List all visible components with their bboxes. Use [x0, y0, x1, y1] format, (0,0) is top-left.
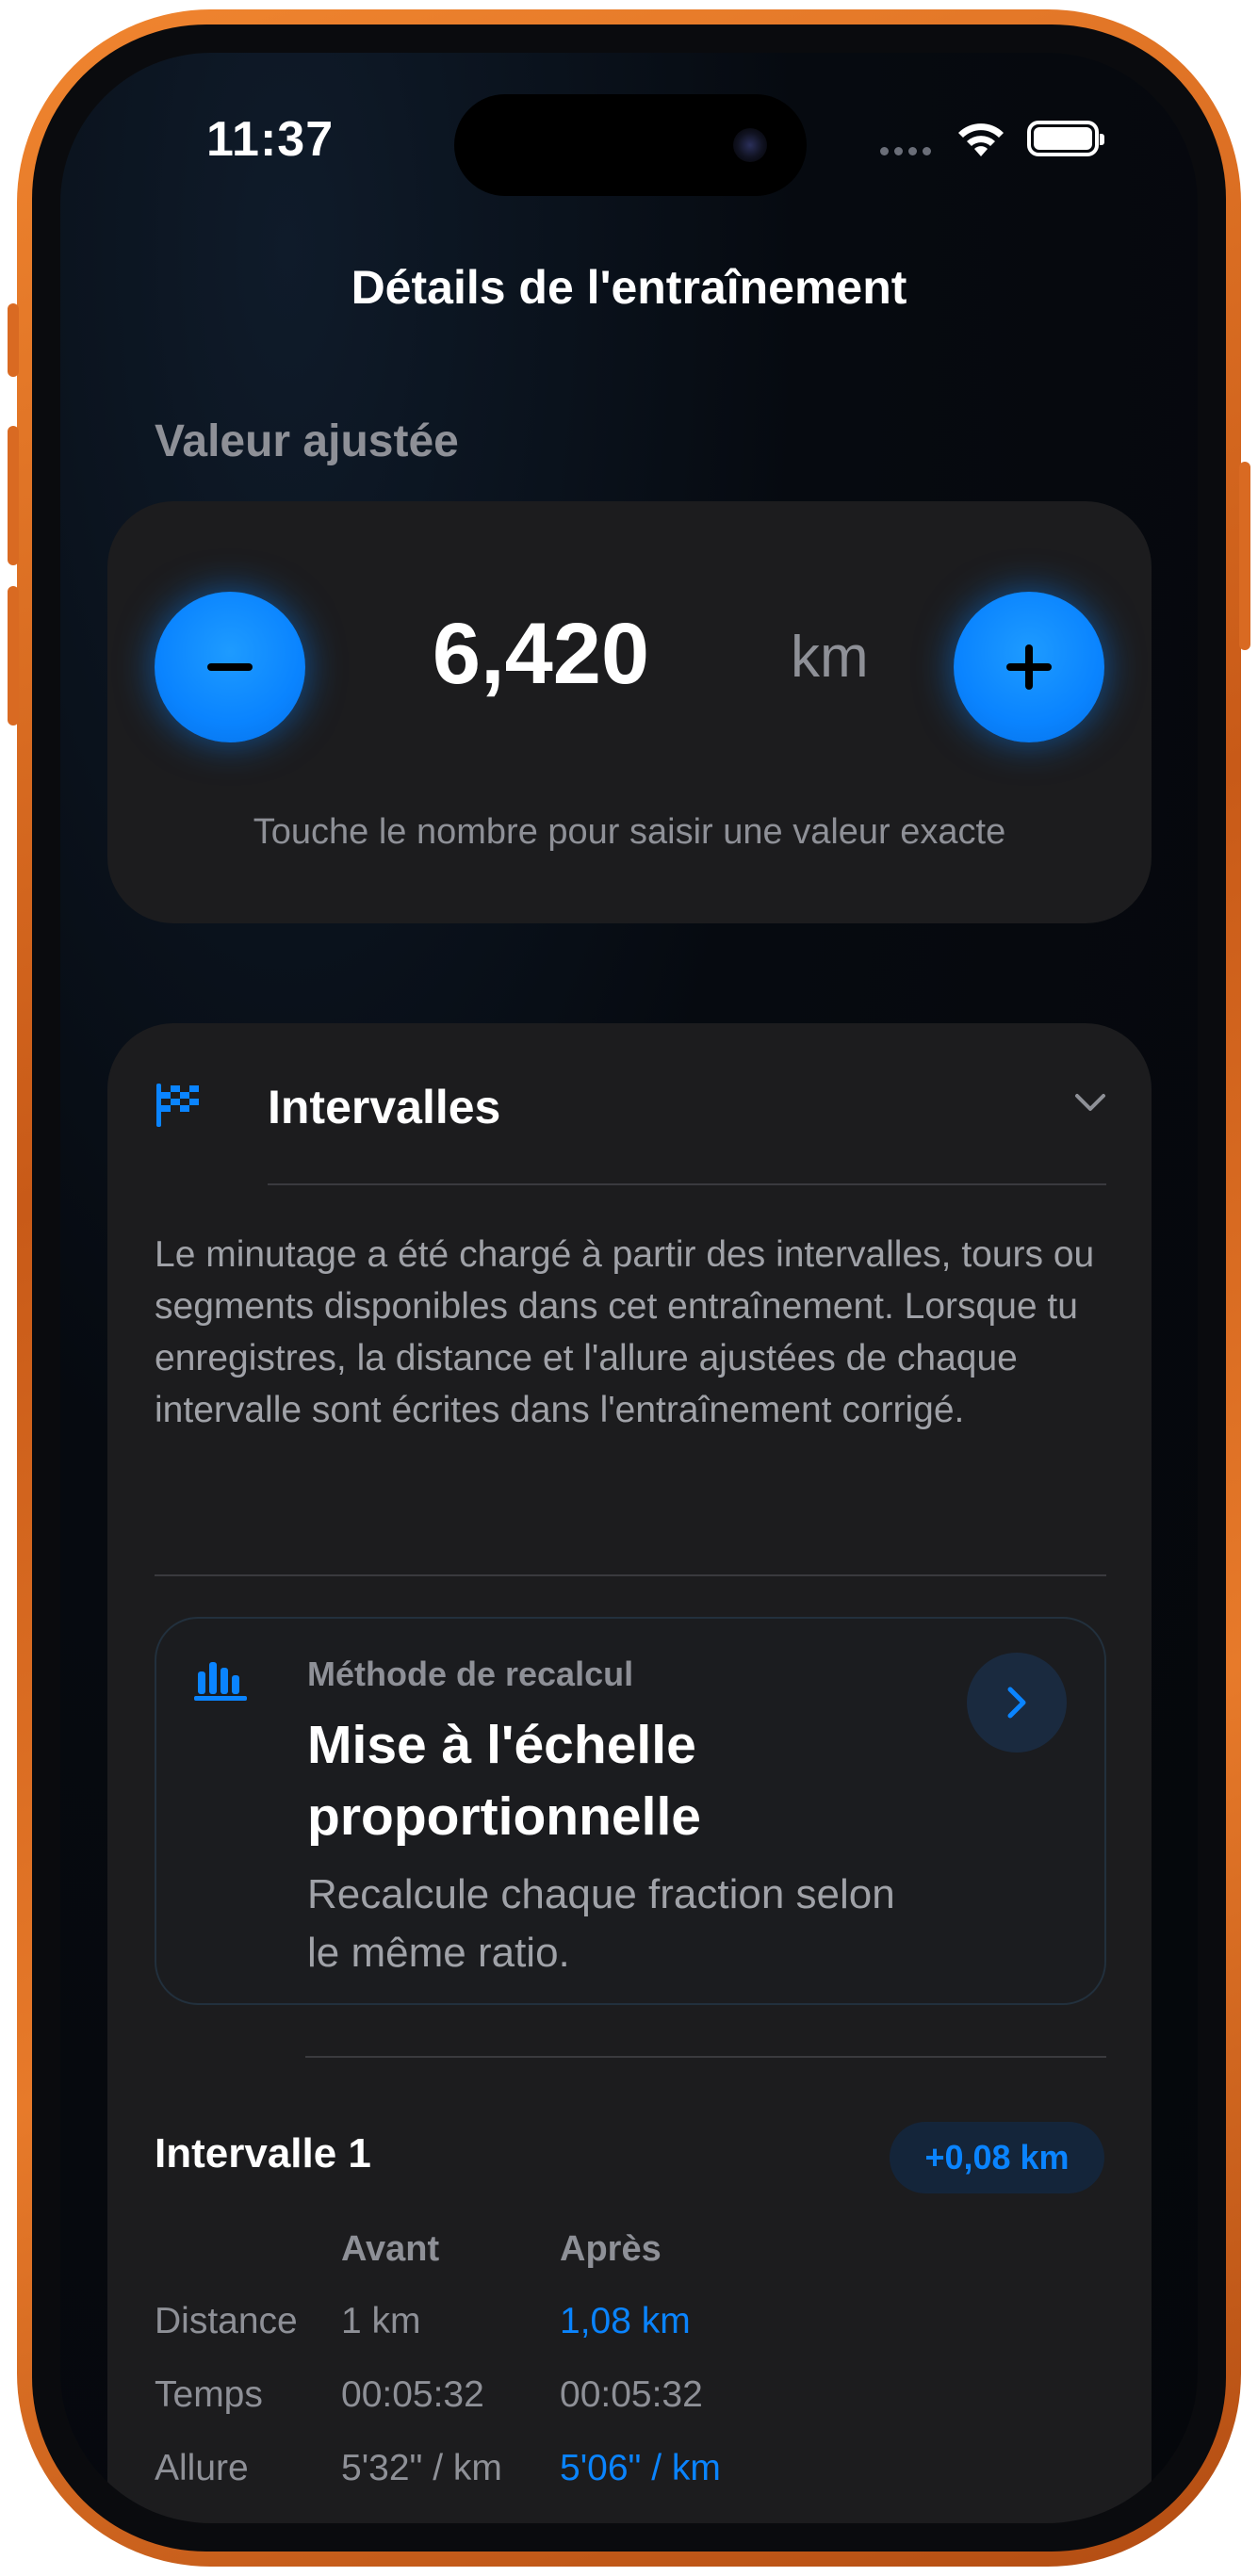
adjust-hint: Touche le nombre pour saisir une valeur …: [253, 812, 1006, 852]
delta-badge: +0,08 km: [890, 2122, 1104, 2193]
row-before: 00:05:32: [341, 2374, 484, 2415]
volume-up-button: [8, 426, 19, 565]
page-title: Détails de l'entraînement: [351, 261, 907, 314]
row-before: 5'32" / km: [341, 2448, 502, 2488]
status-bar: 11:37: [60, 53, 1198, 196]
chevron-right-icon: [1007, 1687, 1026, 1719]
wifi-icon: [958, 123, 1004, 156]
checkered-flag-icon: [156, 1084, 199, 1127]
dynamic-island: [454, 94, 807, 196]
method-next-button[interactable]: [967, 1653, 1067, 1753]
column-header-before: Avant: [341, 2229, 440, 2269]
bar-chart-icon: [194, 1662, 247, 1701]
divider: [155, 1574, 1106, 1576]
row-after: 1,08 km: [560, 2301, 691, 2341]
increment-button[interactable]: [954, 592, 1104, 742]
battery-icon: [1027, 121, 1104, 156]
status-time: 11:37: [206, 112, 335, 167]
divider: [268, 1183, 1106, 1185]
row-after: 00:05:32: [560, 2374, 703, 2415]
method-title: Mise à l'échelle proportionnelle: [307, 1715, 701, 1847]
row-after: 5'06" / km: [560, 2448, 721, 2488]
divider: [305, 2056, 1106, 2058]
power-button: [1239, 462, 1250, 650]
interval-name: Intervalle 1: [155, 2130, 371, 2177]
adjusted-value[interactable]: 6,420: [400, 605, 682, 704]
intervals-description: Le minutage a été chargé à partir des in…: [155, 1234, 1095, 1430]
signal-dots-icon: [880, 147, 931, 155]
row-label: Allure: [155, 2448, 249, 2488]
screen: 11:37 Détails de l'entraînement Valeur a…: [60, 53, 1198, 2523]
intervals-card: Intervalles Le minutage a été chargé à p…: [107, 1023, 1152, 2523]
row-label: Distance: [155, 2301, 298, 2341]
action-button: [8, 303, 19, 377]
decrement-button[interactable]: [155, 592, 305, 742]
plus-icon: [1006, 644, 1052, 690]
front-camera: [733, 128, 767, 162]
minus-icon: [207, 663, 253, 671]
section-label-adjusted-value: Valeur ajustée: [155, 416, 459, 466]
method-label: Méthode de recalcul: [307, 1655, 634, 1693]
adjust-value-card: 6,420 km Touche le nombre pour saisir un…: [107, 501, 1152, 923]
recalc-method-selector[interactable]: Méthode de recalcul Mise à l'échelle pro…: [155, 1617, 1106, 2005]
unit-label: km: [791, 625, 869, 690]
row-before: 1 km: [341, 2301, 421, 2341]
column-header-after: Après: [560, 2229, 662, 2269]
volume-down-button: [8, 586, 19, 726]
method-description: Recalcule chaque fraction selon le même …: [307, 1871, 895, 1976]
intervals-title: Intervalles: [268, 1081, 501, 1133]
chevron-down-icon[interactable]: [1073, 1091, 1107, 1114]
row-label: Temps: [155, 2374, 263, 2415]
